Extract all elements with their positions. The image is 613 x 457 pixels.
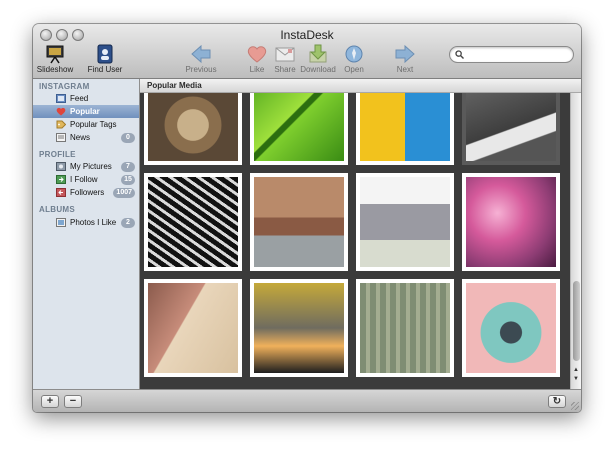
albums-section-header: ALBUMS (39, 205, 76, 214)
window-title: InstaDesk (280, 28, 334, 42)
search-field[interactable] (449, 46, 574, 63)
sidebar: INSTAGRAM Feed Popular Popular Tags News… (33, 79, 140, 389)
news-icon (56, 133, 66, 142)
profile-section-header: PROFILE (39, 150, 76, 159)
count-badge: 2 (121, 218, 135, 228)
sidebar-item-i-follow[interactable]: I Follow 15 (33, 173, 139, 186)
share-label: Share (274, 65, 296, 74)
photo-japanese-castle[interactable] (356, 173, 454, 271)
add-button[interactable]: + (41, 395, 59, 408)
followers-icon (56, 188, 66, 197)
share-icon (275, 47, 295, 62)
photo-grid (140, 93, 570, 389)
find-user-icon (97, 44, 113, 64)
photo-green-grass-path[interactable] (250, 93, 348, 165)
previous-label: Previous (185, 65, 217, 74)
titlebar-toolbar: InstaDesk Slideshow Find User Previous L… (33, 24, 581, 79)
open-icon (345, 45, 363, 63)
slideshow-label: Slideshow (36, 65, 74, 74)
photo-wave-pattern-bw[interactable] (144, 173, 242, 271)
download-icon (309, 44, 327, 63)
scroll-thumb[interactable] (573, 281, 580, 361)
sidebar-item-label: Popular Tags (70, 120, 117, 129)
share-button[interactable]: Share (270, 44, 300, 74)
count-badge: 7 (121, 162, 135, 172)
sidebar-item-label: Feed (70, 94, 89, 103)
search-icon (455, 50, 464, 59)
scroll-down-arrow-icon[interactable]: ▼ (572, 375, 580, 383)
photo-retro-camera[interactable] (462, 279, 560, 377)
photo-kitten[interactable] (144, 93, 242, 165)
feed-icon (56, 94, 66, 103)
sidebar-item-popular[interactable]: Popular (33, 105, 139, 118)
arrow-left-icon (191, 44, 211, 64)
sidebar-item-label: Photos I Like (70, 218, 117, 227)
next-label: Next (396, 65, 414, 74)
photo-umbrella-collage[interactable] (356, 93, 454, 165)
photo-cherry-blossoms[interactable] (462, 173, 560, 271)
vertical-scrollbar[interactable]: ▲ ▼ (570, 93, 581, 389)
open-label: Open (344, 65, 364, 74)
tag-icon (56, 120, 66, 129)
follow-icon (56, 175, 66, 184)
heart-icon (247, 46, 267, 63)
pictures-icon (56, 162, 66, 171)
refresh-button[interactable]: ↻ (548, 395, 566, 408)
find-user-button[interactable]: Find User (85, 44, 125, 74)
like-label: Like (249, 65, 265, 74)
open-button[interactable]: Open (339, 44, 369, 74)
sidebar-item-photos-i-like[interactable]: Photos I Like 2 (33, 216, 139, 229)
like-button[interactable]: Like (242, 44, 272, 74)
sidebar-item-label: Popular (70, 107, 100, 116)
sidebar-item-my-pictures[interactable]: My Pictures 7 (33, 160, 139, 173)
find-user-label: Find User (87, 65, 123, 74)
sidebar-item-popular-tags[interactable]: Popular Tags (33, 118, 139, 131)
scroll-up-arrow-icon[interactable]: ▲ (572, 366, 580, 374)
photo-venice-canal[interactable] (250, 173, 348, 271)
sidebar-item-label: I Follow (70, 175, 98, 184)
bottom-bar: + − ↻ (33, 389, 581, 412)
slideshow-button[interactable]: Slideshow (35, 44, 75, 74)
next-button[interactable]: Next (390, 44, 420, 74)
sidebar-item-feed[interactable]: Feed (33, 92, 139, 105)
sidebar-item-label: News (70, 133, 91, 142)
download-label: Download (300, 65, 336, 74)
slideshow-icon (46, 45, 64, 64)
album-icon (56, 218, 66, 227)
heart-icon (56, 107, 66, 116)
instagram-section-header: INSTAGRAM (39, 82, 90, 91)
content-header: Popular Media (140, 79, 581, 93)
resize-grip[interactable] (571, 402, 579, 410)
photo-ice-cream-cone[interactable] (462, 93, 560, 165)
search-input[interactable] (466, 48, 566, 61)
photo-sunset-sky[interactable] (250, 279, 348, 377)
count-badge: 15 (121, 175, 135, 185)
instadesk-window: InstaDesk Slideshow Find User Previous L… (33, 24, 581, 412)
count-badge: 1007 (113, 188, 135, 198)
sidebar-item-label: Followers (70, 188, 105, 197)
download-button[interactable]: Download (298, 44, 338, 74)
remove-button[interactable]: − (64, 395, 82, 408)
sidebar-item-followers[interactable]: Followers 1007 (33, 186, 139, 199)
photo-romeo-juliet-book[interactable] (144, 279, 242, 377)
photo-green-shutters[interactable] (356, 279, 454, 377)
sidebar-item-news[interactable]: News 0 (33, 131, 139, 144)
previous-button[interactable]: Previous (179, 44, 223, 74)
count-badge: 0 (121, 133, 135, 143)
sidebar-item-label: My Pictures (70, 162, 112, 171)
arrow-right-icon (395, 44, 415, 64)
